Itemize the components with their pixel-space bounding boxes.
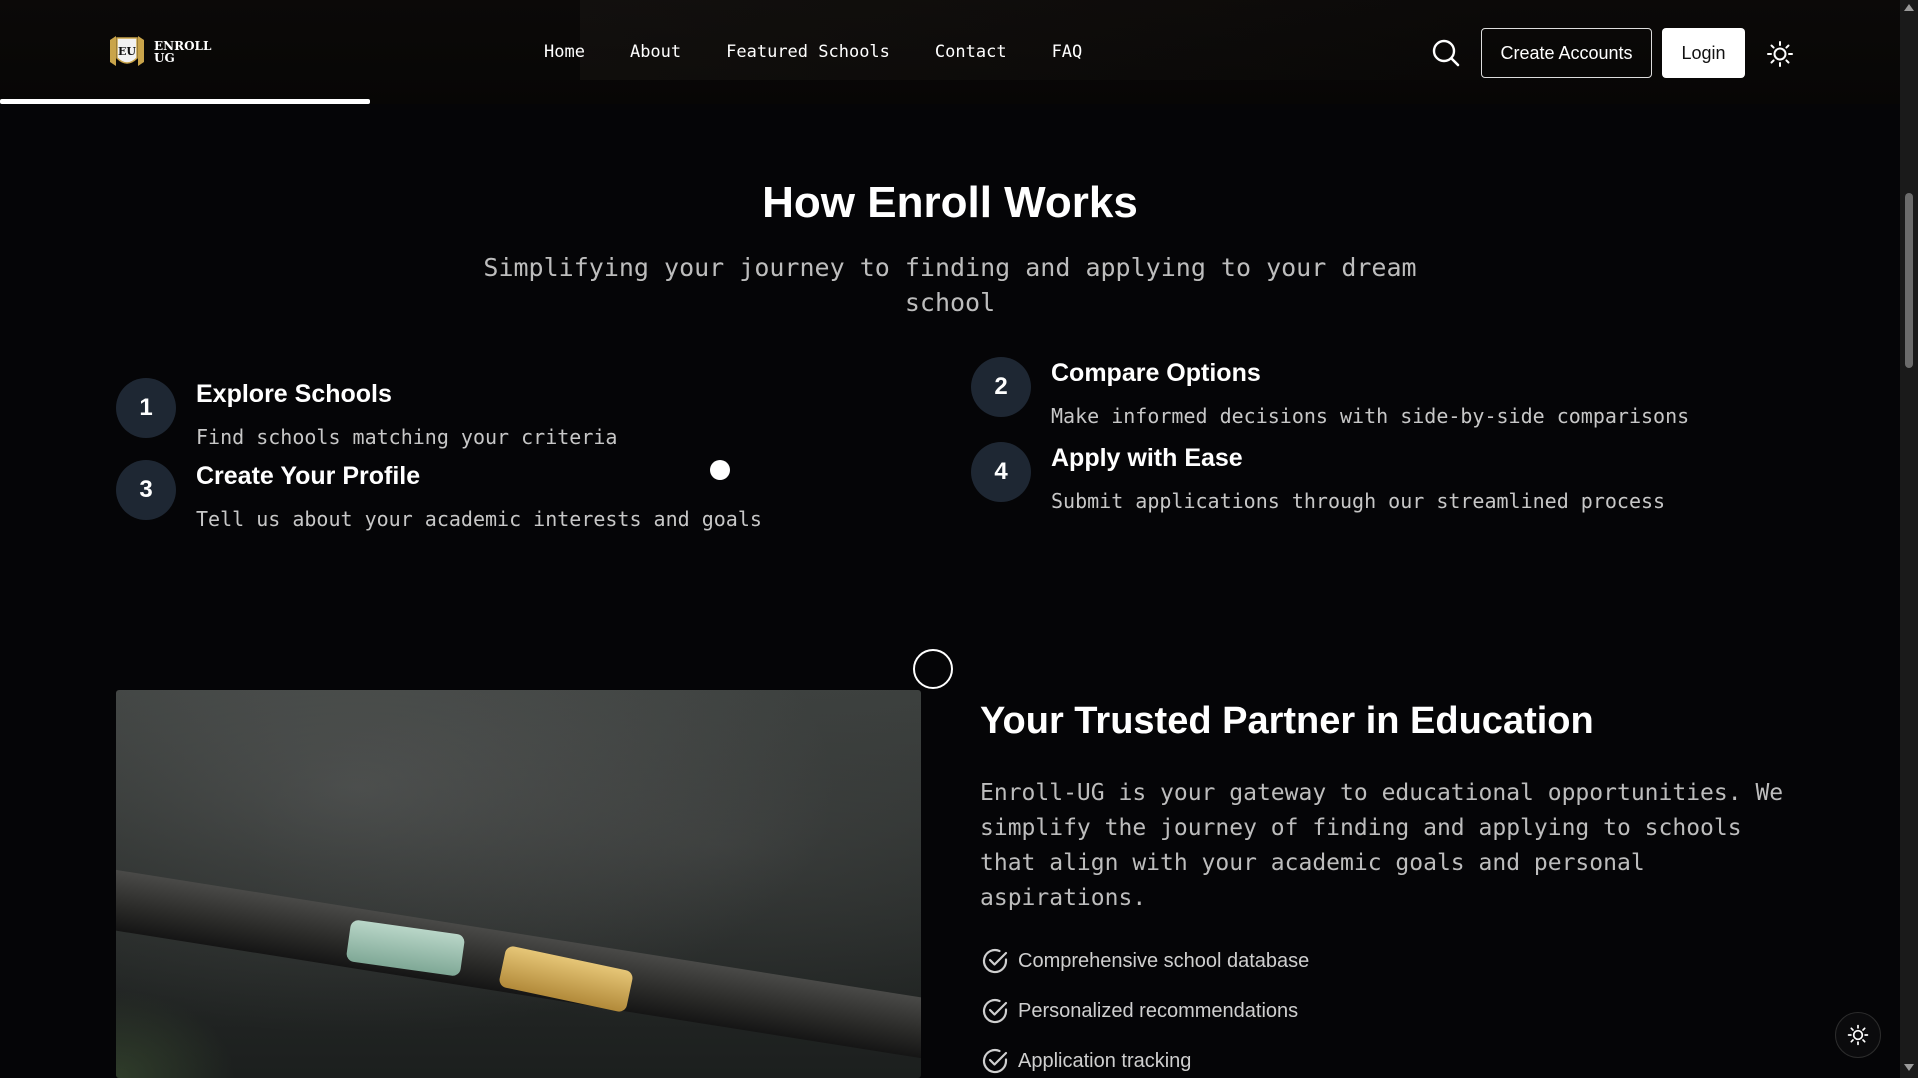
feature-label: Personalized recommendations — [1018, 999, 1299, 1022]
how-it-works-subtitle: Simplifying your journey to finding and … — [483, 253, 1417, 317]
partner-description: Enroll-UG is your gateway to educational… — [980, 780, 1784, 911]
logo-badge-text: EU — [118, 45, 136, 58]
sun-icon — [1847, 1024, 1869, 1046]
step-title: Explore Schools — [196, 380, 392, 408]
feature-item: Personalized recommendations — [980, 996, 1298, 1026]
nav-home[interactable]: Home — [544, 42, 585, 62]
floating-theme-toggle-button[interactable] — [1835, 1012, 1881, 1058]
nav-featured-schools[interactable]: Featured Schools — [726, 42, 890, 62]
custom-cursor-ring — [913, 649, 953, 689]
step-description: Tell us about your academic interests an… — [196, 507, 762, 531]
feature-item: Application tracking — [980, 1046, 1191, 1076]
step-description: Make informed decisions with side-by-sid… — [1051, 404, 1690, 428]
scroll-up-arrow-icon[interactable] — [1904, 4, 1914, 11]
step-explore-schools: 1 Explore Schools Find schools matching … — [116, 378, 617, 449]
site-header: EU ENROLL UG Home About Featured Schools… — [0, 0, 1900, 104]
logo[interactable]: EU ENROLL UG — [104, 32, 211, 72]
step-compare-options: 2 Compare Options Make informed decision… — [971, 357, 1689, 428]
step-title: Apply with Ease — [1051, 444, 1243, 472]
scrollbar-thumb[interactable] — [1905, 193, 1913, 368]
step-title: Compare Options — [1051, 359, 1261, 387]
nav-faq[interactable]: FAQ — [1052, 42, 1083, 62]
step-number: 3 — [116, 460, 176, 520]
custom-cursor-dot — [710, 460, 730, 480]
check-circle-icon — [982, 1048, 1008, 1074]
header-backdrop — [580, 0, 1480, 80]
feature-item: Comprehensive school database — [980, 946, 1309, 976]
step-number: 4 — [971, 442, 1031, 502]
step-number: 2 — [971, 357, 1031, 417]
feature-label: Comprehensive school database — [1018, 949, 1310, 972]
logo-line-2: UG — [154, 51, 175, 65]
create-accounts-button[interactable]: Create Accounts — [1481, 28, 1652, 78]
logo-badge-icon: EU — [104, 32, 150, 72]
feature-label: Application tracking — [1018, 1049, 1192, 1072]
chalkboard-image — [116, 690, 921, 1078]
search-icon[interactable] — [1430, 37, 1462, 69]
nav-about[interactable]: About — [630, 42, 681, 62]
scroll-progress-bar — [0, 99, 370, 104]
scroll-down-arrow-icon[interactable] — [1904, 1064, 1914, 1071]
nav-contact[interactable]: Contact — [935, 42, 1007, 62]
check-circle-icon — [982, 998, 1008, 1024]
step-number: 1 — [116, 378, 176, 438]
step-description: Find schools matching your criteria — [196, 425, 618, 449]
main-nav: Home About Featured Schools Contact FAQ — [544, 42, 1082, 62]
partner-title: Your Trusted Partner in Education — [980, 700, 1594, 742]
step-description: Submit applications through our streamli… — [1051, 489, 1666, 513]
step-apply-with-ease: 4 Apply with Ease Submit applications th… — [971, 442, 1665, 513]
step-title: Create Your Profile — [196, 462, 421, 490]
sun-icon[interactable] — [1766, 40, 1794, 68]
how-it-works-title: How Enroll Works — [762, 178, 1138, 227]
login-button[interactable]: Login — [1662, 28, 1745, 78]
check-circle-icon — [982, 948, 1008, 974]
page-scrollbar[interactable] — [1900, 0, 1918, 1078]
step-create-profile: 3 Create Your Profile Tell us about your… — [116, 460, 762, 531]
